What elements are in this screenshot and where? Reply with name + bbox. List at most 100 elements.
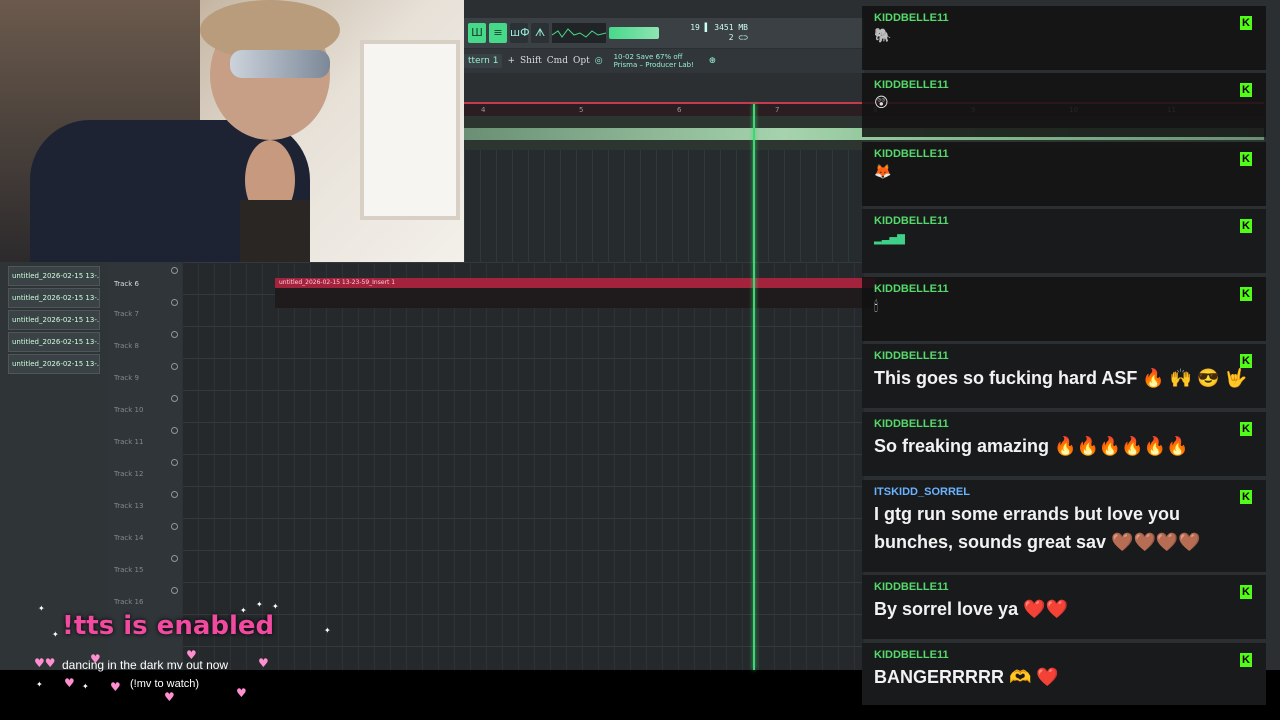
track-header[interactable]: Track 9 — [108, 358, 182, 390]
track-mute-dot[interactable] — [171, 491, 178, 498]
track-header[interactable]: Track 8 — [108, 326, 182, 358]
ruler-bar-4: 4 — [481, 106, 486, 114]
playlist-view-button[interactable]: Ш — [468, 23, 486, 43]
track-mute-dot[interactable] — [171, 427, 178, 434]
ruler-bar-7: 7 — [775, 106, 780, 114]
sparkle-icon: ✦ — [256, 600, 263, 609]
secondary-toolbar: ttern 1 + Shift Cmd Opt ◎ 10-02 Save 67%… — [464, 49, 864, 73]
shift-key-button[interactable]: Shift — [520, 56, 542, 66]
channel-rack-button[interactable]: шФ — [510, 23, 530, 43]
heart-icon: ♥♥ — [34, 656, 56, 670]
tts-enabled-banner: !tts is enabled — [62, 611, 275, 641]
track-header[interactable]: Track 14 — [108, 518, 182, 550]
heart-icon: ♥ — [110, 680, 121, 694]
chat-text: BANGERRRRR 🫶 ❤️ — [874, 667, 1059, 687]
sparkle-icon: ✦ — [52, 630, 59, 639]
track-header[interactable]: Track 10 — [108, 390, 182, 422]
track-mute-dot[interactable] — [171, 299, 178, 306]
heart-icon: ♥ — [236, 686, 247, 700]
chat-message: KIDDBELLE11 😲 K — [862, 73, 1266, 137]
track-mute-dot[interactable] — [171, 555, 178, 562]
heart-icon: ♥ — [258, 656, 269, 670]
audio-clip[interactable]: untitled_2026-02-15 13-23-59_Insert 1 — [275, 278, 875, 288]
ruler-bar-6: 6 — [677, 106, 682, 114]
chat-emote: 🐘 — [874, 28, 892, 44]
track-label: Track 14 — [114, 534, 144, 542]
track-label: Track 10 — [114, 406, 144, 414]
track-header[interactable]: Track 12 — [108, 454, 182, 486]
chat-username: KIDDBELLE11 — [874, 12, 949, 24]
tempo-meter[interactable] — [609, 27, 659, 39]
upper-playlist-grid[interactable] — [464, 150, 864, 262]
browser-file-item[interactable]: untitled_2026-02-15 13-... — [8, 332, 100, 352]
track-mute-dot[interactable] — [171, 587, 178, 594]
heart-icon: ♥ — [164, 690, 175, 704]
kick-badge-icon: K — [1240, 354, 1252, 368]
opt-key-button[interactable]: Opt — [573, 56, 590, 66]
news-icon[interactable]: ⊛ — [709, 56, 717, 66]
track-label: Track 6 — [114, 280, 139, 288]
chat-username: KIDDBELLE11 — [874, 649, 949, 661]
cmd-key-button[interactable]: Cmd — [547, 56, 568, 66]
kick-badge-icon: K — [1240, 152, 1252, 166]
kick-badge-icon: K — [1240, 16, 1252, 30]
track-header[interactable]: Track 7 — [108, 294, 182, 326]
track-label: Track 12 — [114, 470, 144, 478]
hint-icon: ◎ — [594, 56, 603, 66]
browser-file-item[interactable]: untitled_2026-02-15 13-... — [8, 310, 100, 330]
chat-overlay: KIDDBELLE11 🐘 K KIDDBELLE11 😲 K KIDDBELL… — [862, 0, 1266, 706]
piano-roll-button[interactable]: ᗑ — [531, 23, 549, 43]
memory-readout-line2: 2 ⊂⊃ — [728, 33, 748, 42]
track-header[interactable]: Track 13 — [108, 486, 182, 518]
kick-badge-icon: K — [1240, 287, 1252, 301]
chat-message: KIDDBELLE11 This goes so fucking hard AS… — [862, 344, 1266, 408]
track-mute-dot[interactable] — [171, 395, 178, 402]
chat-emote: 😲 — [874, 95, 889, 111]
track-header[interactable]: Track 15 — [108, 550, 182, 582]
kick-badge-icon: K — [1240, 83, 1252, 97]
track-mute-dot[interactable] — [171, 459, 178, 466]
file-browser: untitled_2026-02-15 13-... untitled_2026… — [0, 262, 108, 670]
kick-badge-icon: K — [1240, 490, 1252, 504]
track-mute-dot[interactable] — [171, 331, 178, 338]
chat-username: KIDDBELLE11 — [874, 215, 949, 227]
browser-file-item[interactable]: untitled_2026-02-15 13-... — [8, 266, 100, 286]
track-header[interactable]: Track 6 — [108, 262, 182, 294]
track-mute-dot[interactable] — [171, 363, 178, 370]
sparkle-icon: ✦ — [240, 606, 247, 615]
track-label: Track 15 — [114, 566, 144, 574]
track-label: Track 9 — [114, 374, 139, 382]
browser-file-item[interactable]: untitled_2026-02-15 13-... — [8, 354, 100, 374]
track-header[interactable]: Track 16 — [108, 582, 182, 614]
chat-message: KIDDBELLE11 🐘 K — [862, 6, 1266, 70]
track-label: Track 11 — [114, 438, 144, 446]
audio-clip-body[interactable] — [275, 288, 875, 308]
track-mute-dot[interactable] — [171, 523, 178, 530]
heart-icon: ♥ — [90, 652, 101, 666]
chat-username: KIDDBELLE11 — [874, 350, 949, 362]
chat-emote: ▂▃▅▇ — [874, 234, 905, 245]
kick-badge-icon: K — [1240, 219, 1252, 233]
playhead-marker[interactable] — [753, 104, 755, 670]
track-header[interactable]: Track 11 — [108, 422, 182, 454]
chat-text: This goes so fucking hard ASF 🔥 🙌 😎 🤟 — [874, 368, 1248, 388]
chat-message: KIDDBELLE11 🦊 K — [862, 142, 1266, 206]
playlist-grid[interactable]: untitled_2026-02-15 13-23-59_Insert 1 — [182, 262, 875, 670]
track-mute-dot[interactable] — [171, 267, 178, 274]
sparkle-icon: ✦ — [324, 626, 331, 635]
memory-readout: 19 ▌ 3451 MB 2 ⊂⊃ — [662, 23, 748, 43]
sparkle-icon: ✦ — [272, 602, 279, 611]
heart-icon: ♥ — [186, 648, 197, 662]
add-pattern-button[interactable]: + — [507, 56, 515, 66]
watch-command-text: (!mv to watch) — [130, 678, 200, 690]
sparkle-icon: ✦ — [38, 604, 45, 613]
sparkle-icon: ✦ — [36, 680, 43, 689]
chat-username: KIDDBELLE11 — [874, 418, 949, 430]
track-label: Track 16 — [114, 598, 144, 606]
pattern-selector[interactable]: ttern 1 — [464, 54, 503, 68]
cpu-monitor-graph — [551, 23, 607, 43]
kick-badge-icon: K — [1240, 585, 1252, 599]
mixer-view-button[interactable]: ≡ — [489, 23, 507, 43]
webcam-feed — [0, 0, 464, 262]
browser-file-item[interactable]: untitled_2026-02-15 13-... — [8, 288, 100, 308]
